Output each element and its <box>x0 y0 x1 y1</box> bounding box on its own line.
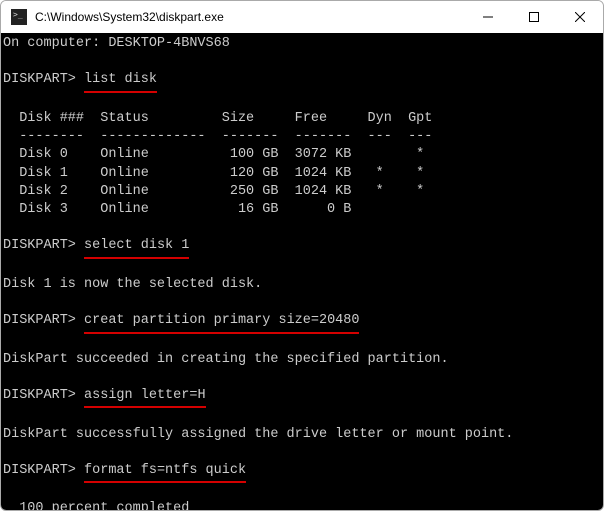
msg-selected: Disk 1 is now the selected disk. <box>3 277 262 292</box>
cmd-assign-letter: assign letter=H <box>84 387 206 408</box>
cmd-icon <box>11 9 27 25</box>
prompt: DISKPART> <box>3 238 76 253</box>
table-row: Disk 3 Online 16 GB 0 B <box>3 202 351 217</box>
table-header: Disk ### Status Size Free Dyn Gpt <box>3 111 432 126</box>
cmd-list-disk: list disk <box>84 71 157 92</box>
terminal-area[interactable]: On computer: DESKTOP-4BNVS68 DISKPART> l… <box>1 33 603 510</box>
cmd-select-disk: select disk 1 <box>84 237 189 258</box>
prompt: DISKPART> <box>3 463 76 478</box>
cmd-format: format fs=ntfs quick <box>84 462 246 483</box>
prompt: DISKPART> <box>3 72 76 87</box>
window-controls <box>465 1 603 33</box>
cmd-create-partition: creat partition primary size=20480 <box>84 312 359 333</box>
close-icon <box>575 12 585 22</box>
minimize-icon <box>483 12 493 22</box>
computer-line: On computer: DESKTOP-4BNVS68 <box>3 36 230 51</box>
maximize-button[interactable] <box>511 1 557 33</box>
table-row: Disk 0 Online 100 GB 3072 KB * <box>3 147 424 162</box>
table-row: Disk 2 Online 250 GB 1024 KB * * <box>3 184 424 199</box>
table-divider: -------- ------------- ------- ------- -… <box>3 129 432 144</box>
close-button[interactable] <box>557 1 603 33</box>
prompt: DISKPART> <box>3 388 76 403</box>
titlebar[interactable]: C:\Windows\System32\diskpart.exe <box>1 1 603 33</box>
prompt: DISKPART> <box>3 313 76 328</box>
minimize-button[interactable] <box>465 1 511 33</box>
msg-assigned: DiskPart successfully assigned the drive… <box>3 427 513 442</box>
window-frame: C:\Windows\System32\diskpart.exe On comp… <box>0 0 604 511</box>
msg-percent: 100 percent completed <box>3 501 189 510</box>
window-title: C:\Windows\System32\diskpart.exe <box>35 10 465 24</box>
msg-partition: DiskPart succeeded in creating the speci… <box>3 352 449 367</box>
table-row: Disk 1 Online 120 GB 1024 KB * * <box>3 166 424 181</box>
maximize-icon <box>529 12 539 22</box>
